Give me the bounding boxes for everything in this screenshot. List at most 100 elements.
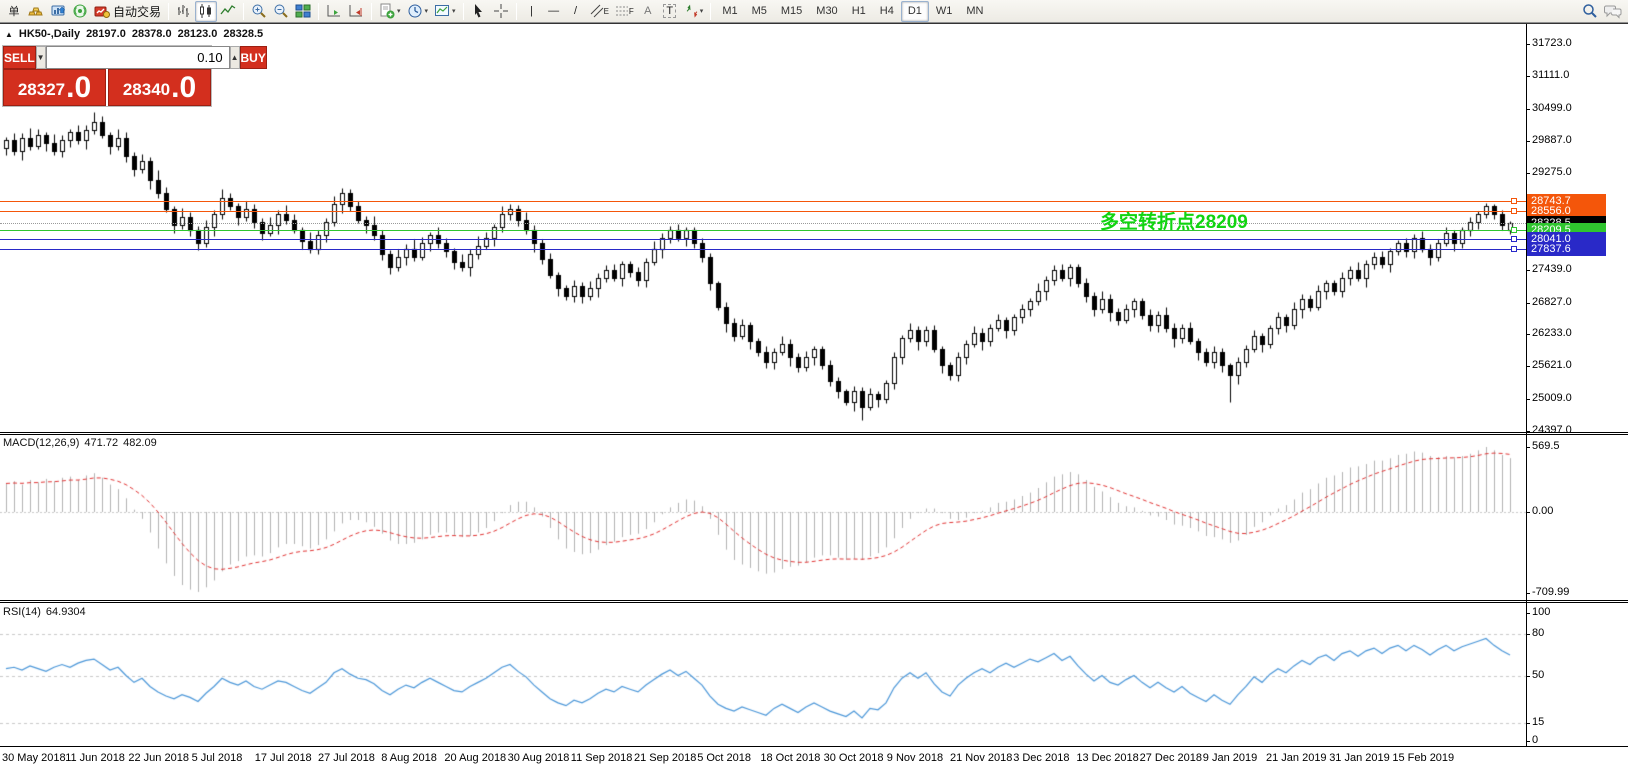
vertical-line-tool[interactable]: | <box>521 1 543 22</box>
bid-price-line <box>0 223 1526 224</box>
timeframe-m5[interactable]: M5 <box>745 1 774 22</box>
price-chart-canvas[interactable] <box>0 24 1526 432</box>
templates-button[interactable]: ▾ <box>431 1 459 22</box>
x-axis-label: 9 Nov 2018 <box>887 752 943 764</box>
periods-dropdown-caret[interactable]: ▾ <box>425 7 429 15</box>
rsi-tick-label: 80 <box>1532 627 1544 639</box>
horizontal-line-object[interactable] <box>0 211 1526 212</box>
toolbar-separator <box>516 3 517 20</box>
price-tick-mark <box>1526 303 1530 304</box>
timeframe-mn[interactable]: MN <box>959 1 990 22</box>
auto-trading-button[interactable]: 自动交易 <box>91 1 164 22</box>
x-axis-label: 9 Jan 2019 <box>1203 752 1257 764</box>
fibonacci-tool[interactable]: F <box>612 1 637 22</box>
price-tick-label: 31723.0 <box>1532 37 1572 49</box>
x-axis-label: 11 Sep 2018 <box>571 752 633 764</box>
collapse-marker-icon[interactable]: ▲ <box>5 30 13 39</box>
volume-input[interactable] <box>46 46 230 69</box>
auto-scroll-button[interactable] <box>345 1 367 22</box>
pane-separator[interactable] <box>0 600 1628 601</box>
tile-windows-button[interactable] <box>292 1 314 22</box>
sell-button[interactable]: SELL <box>3 46 36 69</box>
macd-label: MACD(12,26,9) 471.72 482.09 <box>3 437 157 449</box>
timeframe-w1[interactable]: W1 <box>929 1 960 22</box>
price-tick-mark <box>1526 366 1530 367</box>
timeframe-m1[interactable]: M1 <box>715 1 744 22</box>
chat-icon[interactable] <box>1601 1 1625 22</box>
price-tick-label: 26827.0 <box>1532 296 1572 308</box>
arrows-tool[interactable]: ▾ <box>681 1 707 22</box>
x-axis-label: 5 Jul 2018 <box>192 752 243 764</box>
arrows-dropdown-caret[interactable]: ▾ <box>700 7 704 15</box>
horizontal-line-object[interactable] <box>0 201 1526 202</box>
macd-tick-mark <box>1526 512 1530 513</box>
x-axis-label: 21 Jan 2019 <box>1266 752 1327 764</box>
indicators-button[interactable]: ▾ <box>376 1 404 22</box>
text-tool[interactable]: A <box>637 1 659 22</box>
timeframe-m30[interactable]: M30 <box>809 1 844 22</box>
trendline-tool[interactable]: / <box>565 1 587 22</box>
line-selection-handle[interactable] <box>1511 227 1517 233</box>
line-selection-handle[interactable] <box>1511 198 1517 204</box>
publish-chart-icon[interactable] <box>47 1 69 22</box>
search-icon[interactable] <box>1579 1 1601 22</box>
cursor-button[interactable] <box>468 1 490 22</box>
new-order-button[interactable]: 单 <box>3 1 25 22</box>
timeframe-h4[interactable]: H4 <box>873 1 901 22</box>
new-order-label: 单 <box>9 3 20 19</box>
line-chart-button[interactable] <box>217 1 239 22</box>
price-tick-mark <box>1526 399 1530 400</box>
toolbar-separator <box>371 3 372 20</box>
pane-separator[interactable] <box>0 602 1628 603</box>
horizontal-line-object[interactable] <box>0 249 1526 250</box>
rsi-pane-canvas[interactable] <box>0 604 1526 746</box>
buy-price-button[interactable]: 28340 .0 <box>108 69 211 106</box>
price-tick-label: 24397.0 <box>1532 424 1572 436</box>
toolbar-separator <box>318 3 319 20</box>
crosshair-button[interactable] <box>490 1 512 22</box>
horizontal-line-object[interactable] <box>0 230 1526 231</box>
price-tick-label: 30499.0 <box>1532 102 1572 114</box>
toolbar: 单 自动交易 <box>0 0 1628 23</box>
scroll-to-end-button[interactable] <box>323 1 345 22</box>
rsi-tick-label: 15 <box>1532 716 1544 728</box>
rsi-tick-label: 50 <box>1532 669 1544 681</box>
gold-bars-icon[interactable] <box>25 1 47 22</box>
sell-price-button[interactable]: 28327 .0 <box>3 69 106 106</box>
x-axis-label: 21 Sep 2018 <box>634 752 696 764</box>
horizontal-line-object[interactable] <box>0 239 1526 240</box>
volume-decrease-button[interactable]: ▼ <box>36 46 46 69</box>
volume-increase-button[interactable]: ▲ <box>230 46 240 69</box>
pane-separator[interactable] <box>0 432 1628 433</box>
timeframe-m15[interactable]: M15 <box>774 1 809 22</box>
timeframe-d1[interactable]: D1 <box>901 1 929 22</box>
signal-icon[interactable] <box>69 1 91 22</box>
toolbar-separator <box>168 3 169 20</box>
templates-dropdown-caret[interactable]: ▾ <box>452 7 456 15</box>
auto-trading-label: 自动交易 <box>113 3 161 20</box>
zoom-in-button[interactable] <box>248 1 270 22</box>
candlestick-chart-button[interactable] <box>195 1 217 22</box>
line-selection-handle[interactable] <box>1511 246 1517 252</box>
line-selection-handle[interactable] <box>1511 208 1517 214</box>
rsi-tick-mark <box>1526 676 1530 677</box>
timeframe-h1[interactable]: H1 <box>845 1 873 22</box>
price-tick-label: 25621.0 <box>1532 359 1572 371</box>
buy-button[interactable]: BUY <box>240 46 267 69</box>
x-axis-label: 22 Jun 2018 <box>128 752 189 764</box>
periods-button[interactable]: ▾ <box>404 1 432 22</box>
price-tick-mark <box>1526 44 1530 45</box>
equidistant-channel-tool[interactable]: E <box>587 1 612 22</box>
rsi-tick-mark <box>1526 634 1530 635</box>
bar-chart-button[interactable] <box>173 1 195 22</box>
chart-annotation-text[interactable]: 多空转折点28209 <box>1100 207 1248 234</box>
macd-pane-canvas[interactable] <box>0 436 1526 600</box>
pane-separator[interactable] <box>0 434 1628 435</box>
sell-price: 28327 <box>18 77 65 103</box>
line-selection-handle[interactable] <box>1511 236 1517 242</box>
text-label-tool[interactable]: T <box>659 1 681 22</box>
zoom-out-button[interactable] <box>270 1 292 22</box>
indicators-dropdown-caret[interactable]: ▾ <box>397 7 401 15</box>
horizontal-line-tool[interactable]: — <box>543 1 565 22</box>
buy-price-frac: .0 <box>171 73 196 103</box>
